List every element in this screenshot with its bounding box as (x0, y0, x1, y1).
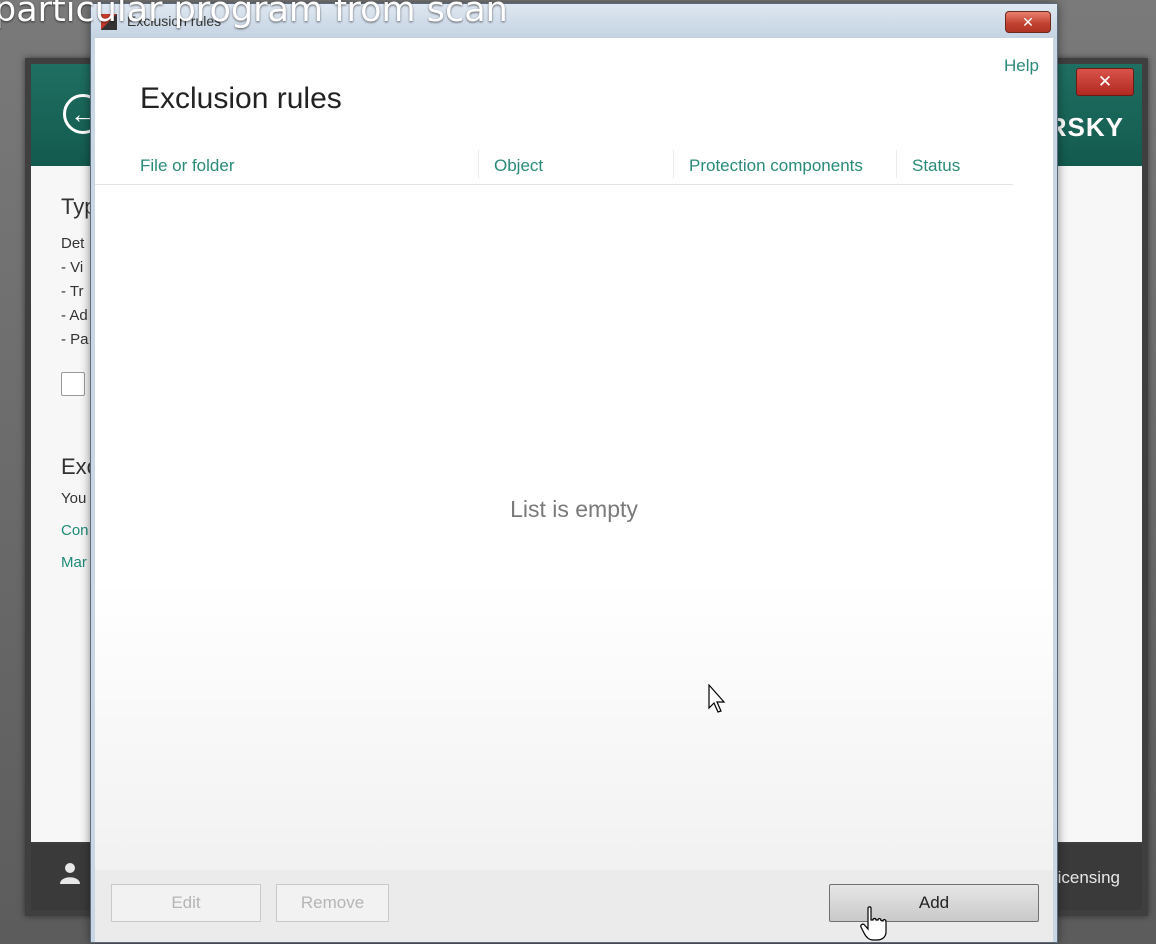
help-link[interactable]: Help (1004, 56, 1039, 76)
licensing-link[interactable]: icensing (1058, 868, 1120, 888)
detect-line: - Tr (61, 283, 84, 300)
table-header: File or folder Object Protection compone… (95, 146, 1013, 185)
dialog-body: Help Exclusion rules File or folder Obje… (95, 38, 1053, 942)
column-divider[interactable] (896, 150, 897, 178)
dialog-button-bar: Edit Remove Add (95, 870, 1053, 942)
hand-pointer-icon (860, 906, 887, 941)
column-header-file-or-folder[interactable]: File or folder (140, 156, 234, 176)
detect-line: - Ad (61, 307, 88, 324)
detect-line: - Vi (61, 259, 84, 276)
dialog-heading: Exclusion rules (140, 82, 342, 115)
video-caption: particular program from scan (0, 0, 508, 30)
user-icon[interactable] (59, 862, 81, 890)
column-header-protection-components[interactable]: Protection components (689, 156, 863, 176)
detect-line: Det (61, 235, 85, 252)
column-header-status[interactable]: Status (912, 156, 960, 176)
empty-list-message: List is empty (510, 496, 638, 522)
dialog-close-button[interactable]: ✕ (1005, 11, 1051, 33)
detect-line: - Pa (61, 331, 89, 348)
detect-list: Det - Vi - Tr - Ad - Pa (61, 232, 89, 352)
remove-button[interactable]: Remove (276, 884, 389, 922)
column-divider[interactable] (673, 150, 674, 178)
exclusions-description: You (61, 490, 87, 507)
mouse-pointer-icon (708, 684, 726, 713)
exclusion-rules-dialog: Exclusion rules ✕ Help Exclusion rules F… (90, 3, 1058, 943)
main-window-close-button[interactable]: ✕ (1076, 68, 1134, 96)
manage-link[interactable]: Mar (61, 554, 87, 571)
configure-link[interactable]: Con (61, 522, 89, 539)
column-header-object[interactable]: Object (494, 156, 543, 176)
option-checkbox[interactable] (61, 372, 85, 396)
column-divider[interactable] (478, 150, 479, 178)
edit-button[interactable]: Edit (111, 884, 261, 922)
